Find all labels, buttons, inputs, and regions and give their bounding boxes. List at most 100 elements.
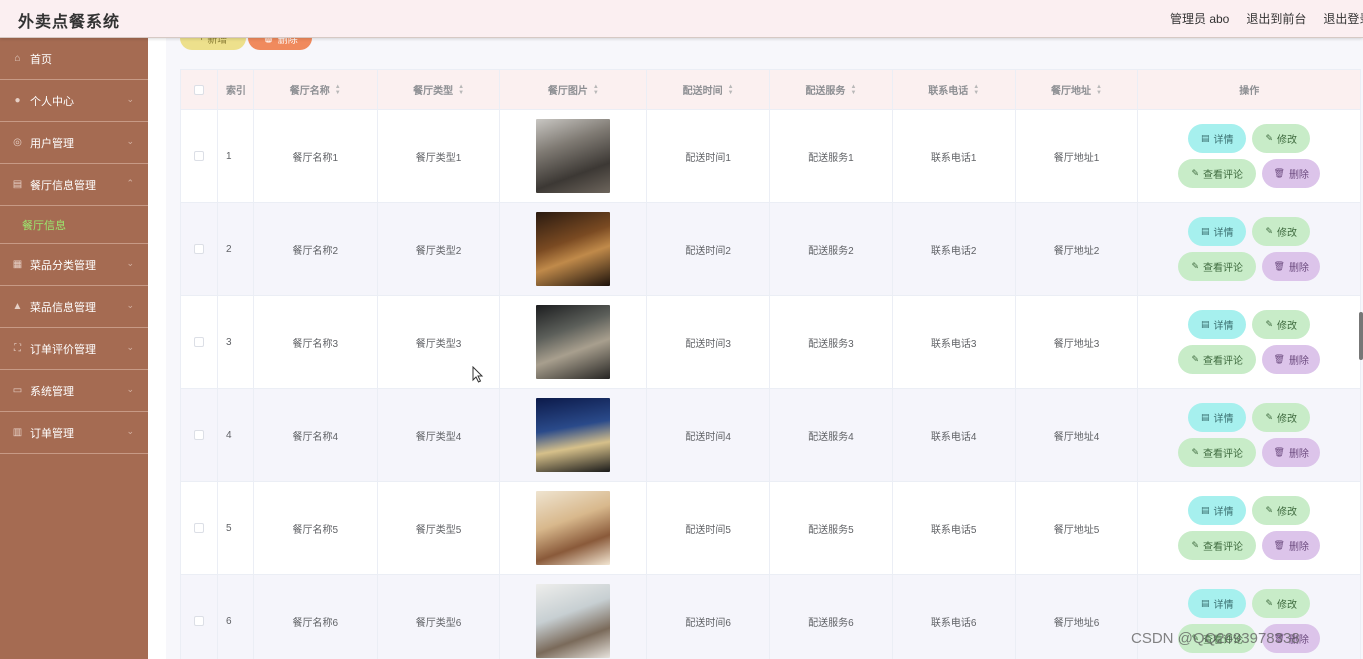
- table-header: 索引 餐厅名称 ▲ ▼ 餐厅类型 ▲ ▼ 餐厅图片 ▲ ▼ 配送时间 ▲ ▼ 配送服务 ▲ ▼ 联系…: [181, 70, 1360, 110]
- header-service[interactable]: 配送服务 ▲ ▼: [770, 70, 893, 109]
- sidebar-item-dish-category[interactable]: ▦ 菜品分类管理 ⌄: [0, 244, 148, 286]
- sort-icon[interactable]: ▲ ▼: [458, 84, 464, 96]
- row-checkbox[interactable]: [193, 244, 204, 254]
- edit-button[interactable]: ✎ 修改: [1252, 589, 1311, 618]
- table-row[interactable]: 4 餐厅名称4 餐厅类型4 配送时间4 配送服务4 联系电话4 餐厅地址4 ▤ 详情 ✎ 修改 ✎ 查看…: [181, 389, 1360, 482]
- scrollbar-thumb[interactable]: [1359, 312, 1363, 360]
- trash-icon: 🗑: [1273, 540, 1285, 550]
- sidebar-item-label: 菜品分类管理: [30, 259, 96, 272]
- row-checkbox-cell[interactable]: [181, 203, 218, 295]
- sort-icon[interactable]: ▲ ▼: [850, 84, 856, 96]
- header-time[interactable]: 配送时间 ▲ ▼: [647, 70, 771, 109]
- edit-button[interactable]: ✎ 修改: [1252, 217, 1311, 246]
- delete-button[interactable]: 🗑 删除: [1262, 252, 1321, 281]
- restaurant-image[interactable]: [536, 398, 611, 472]
- delete-button[interactable]: 🗑 删除: [1262, 345, 1321, 374]
- detail-button[interactable]: ▤ 详情: [1188, 124, 1247, 153]
- restaurant-image[interactable]: [536, 119, 611, 193]
- row-checkbox-cell[interactable]: [181, 389, 218, 481]
- restaurant-image[interactable]: [536, 305, 611, 379]
- sort-icon[interactable]: ▲ ▼: [593, 84, 599, 96]
- row-checkbox[interactable]: [193, 430, 204, 440]
- detail-button[interactable]: ▤ 详情: [1188, 217, 1247, 246]
- cell-image: [500, 389, 648, 481]
- sidebar-item-dish-info[interactable]: ▲ 菜品信息管理 ⌄: [0, 286, 148, 328]
- row-checkbox-cell[interactable]: [181, 575, 218, 659]
- sidebar-item-label: 餐厅信息管理: [30, 179, 96, 192]
- detail-label: 详情: [1213, 507, 1234, 518]
- detail-button[interactable]: ▤ 详情: [1188, 589, 1247, 618]
- header-phone[interactable]: 联系电话 ▲ ▼: [893, 70, 1016, 109]
- delete-button[interactable]: 🗑 删除: [1262, 159, 1321, 188]
- header-type[interactable]: 餐厅类型 ▲ ▼: [378, 70, 501, 109]
- delete-label: 删除: [1288, 449, 1309, 460]
- header-name[interactable]: 餐厅名称 ▲ ▼: [254, 70, 378, 109]
- review-label: 查看评论: [1202, 542, 1243, 553]
- view-comments-button[interactable]: ✎ 查看评论: [1178, 252, 1257, 281]
- sort-icon[interactable]: ▲ ▼: [1096, 84, 1102, 96]
- cell-name: 餐厅名称4: [254, 389, 378, 481]
- restaurant-image[interactable]: [536, 584, 611, 658]
- sidebar-subitem-restaurant-info[interactable]: 餐厅信息: [0, 206, 148, 244]
- cell-type: 餐厅类型5: [378, 482, 501, 574]
- detail-button[interactable]: ▤ 详情: [1188, 403, 1247, 432]
- shop-icon: ▤: [12, 179, 23, 190]
- sort-icon[interactable]: ▲ ▼: [728, 84, 734, 96]
- sort-icon[interactable]: ▲ ▼: [973, 84, 979, 96]
- view-comments-button[interactable]: ✎ 查看评论: [1178, 531, 1257, 560]
- edit-button[interactable]: ✎ 修改: [1252, 310, 1311, 339]
- trash-icon: 🗑: [1273, 354, 1285, 364]
- table-row[interactable]: 2 餐厅名称2 餐厅类型2 配送时间2 配送服务2 联系电话2 餐厅地址2 ▤ 详情 ✎ 修改 ✎ 查看…: [181, 203, 1360, 296]
- detail-button[interactable]: ▤ 详情: [1188, 310, 1247, 339]
- select-all-checkbox[interactable]: [193, 84, 204, 95]
- sidebar-item-restaurant[interactable]: ▤ 餐厅信息管理 ⌃: [0, 164, 148, 206]
- view-comments-button[interactable]: ✎ 查看评论: [1178, 159, 1257, 188]
- sidebar-item-users[interactable]: ◎ 用户管理 ⌄: [0, 122, 148, 164]
- header-image[interactable]: 餐厅图片 ▲ ▼: [500, 70, 648, 109]
- sidebar-item-system[interactable]: ▭ 系统管理 ⌄: [0, 370, 148, 412]
- home-icon: ⌂: [14, 53, 21, 64]
- add-button[interactable]: + 新增: [180, 38, 246, 50]
- header-address[interactable]: 餐厅地址 ▲ ▼: [1016, 70, 1139, 109]
- delete-button[interactable]: 🗑 删除: [1262, 438, 1321, 467]
- logout-link[interactable]: 退出登录: [1323, 10, 1363, 27]
- row-checkbox-cell[interactable]: [181, 482, 218, 574]
- edit-button[interactable]: ✎ 修改: [1252, 496, 1311, 525]
- view-comments-button[interactable]: ✎ 查看评论: [1178, 438, 1257, 467]
- row-checkbox[interactable]: [193, 151, 204, 161]
- cell-image: [500, 203, 648, 295]
- cell-actions: ▤ 详情 ✎ 修改 ✎ 查看评论 🗑 删除: [1138, 110, 1360, 202]
- cell-service: 配送服务5: [770, 482, 893, 574]
- select-all-checkbox-cell[interactable]: [181, 70, 218, 109]
- pencil-icon: ✎: [1191, 354, 1199, 364]
- edit-button[interactable]: ✎ 修改: [1252, 124, 1311, 153]
- sidebar-item-home[interactable]: ⌂ 首页: [0, 38, 148, 80]
- table-row[interactable]: 5 餐厅名称5 餐厅类型5 配送时间5 配送服务5 联系电话5 餐厅地址5 ▤ 详情 ✎ 修改 ✎ 查看…: [181, 482, 1360, 575]
- sort-icon[interactable]: ▲ ▼: [335, 84, 341, 96]
- sidebar-item-order-review[interactable]: ⛶ 订单评价管理 ⌄: [0, 328, 148, 370]
- sidebar-item-orders[interactable]: ▥ 订单管理 ⌄: [0, 412, 148, 454]
- exit-to-front-link[interactable]: 退出到前台: [1246, 10, 1306, 27]
- delete-button[interactable]: 🗑 删除: [1262, 531, 1321, 560]
- table-row[interactable]: 1 餐厅名称1 餐厅类型1 配送时间1 配送服务1 联系电话1 餐厅地址1 ▤ 详情 ✎ 修改 ✎ 查看…: [181, 110, 1360, 203]
- table-row[interactable]: 3 餐厅名称3 餐厅类型3 配送时间3 配送服务3 联系电话3 餐厅地址3 ▤ 详情 ✎ 修改 ✎ 查看…: [181, 296, 1360, 389]
- row-checkbox-cell[interactable]: [181, 296, 218, 388]
- batch-delete-button[interactable]: 🗑 删除: [248, 38, 312, 50]
- review-label: 查看评论: [1202, 449, 1243, 460]
- cell-service: 配送服务6: [770, 575, 893, 659]
- row-checkbox-cell[interactable]: [181, 110, 218, 202]
- row-checkbox[interactable]: [193, 337, 204, 347]
- edit-button[interactable]: ✎ 修改: [1252, 403, 1311, 432]
- sidebar-item-profile[interactable]: ● 个人中心 ⌄: [0, 80, 148, 122]
- sidebar-item-label: 订单管理: [30, 427, 74, 440]
- row-checkbox[interactable]: [193, 616, 204, 626]
- view-comments-button[interactable]: ✎ 查看评论: [1178, 345, 1257, 374]
- action-line: ✎ 查看评论 🗑 删除: [1178, 345, 1321, 374]
- restaurant-image[interactable]: [536, 491, 611, 565]
- cell-service: 配送服务3: [770, 296, 893, 388]
- pencil-icon: ✎: [1265, 133, 1273, 143]
- restaurant-image[interactable]: [536, 212, 611, 286]
- detail-button[interactable]: ▤ 详情: [1188, 496, 1247, 525]
- row-checkbox[interactable]: [193, 523, 204, 533]
- action-group: ▤ 详情 ✎ 修改 ✎ 查看评论 🗑 删除: [1178, 403, 1321, 467]
